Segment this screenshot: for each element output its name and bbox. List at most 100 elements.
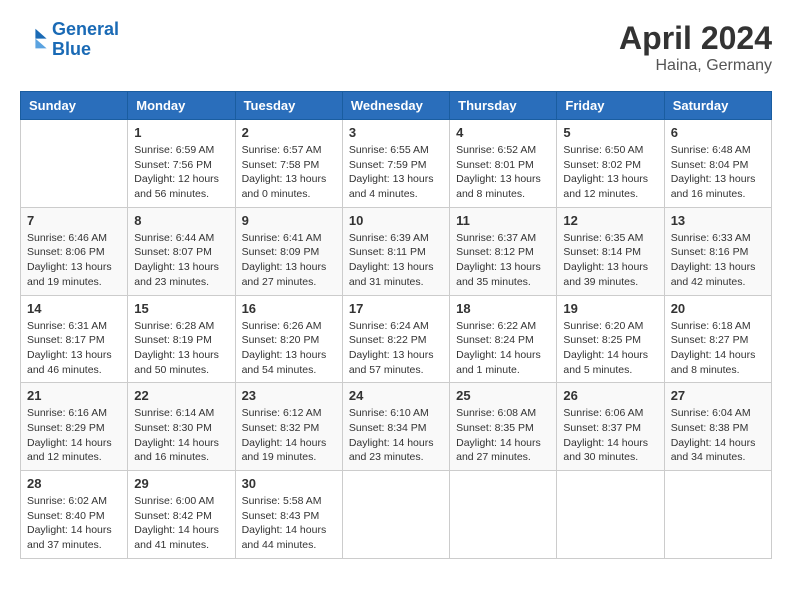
- calendar-cell: [557, 471, 664, 559]
- day-info: Sunrise: 6:39 AM Sunset: 8:11 PM Dayligh…: [349, 231, 443, 290]
- calendar-cell: 18 Sunrise: 6:22 AM Sunset: 8:24 PM Dayli…: [450, 295, 557, 383]
- day-info: Sunrise: 6:08 AM Sunset: 8:35 PM Dayligh…: [456, 406, 550, 465]
- day-number: 3: [349, 125, 443, 140]
- day-number: 30: [242, 476, 336, 491]
- day-info: Sunrise: 6:26 AM Sunset: 8:20 PM Dayligh…: [242, 319, 336, 378]
- day-info: Sunrise: 6:44 AM Sunset: 8:07 PM Dayligh…: [134, 231, 228, 290]
- day-number: 25: [456, 388, 550, 403]
- day-number: 1: [134, 125, 228, 140]
- day-info: Sunrise: 6:20 AM Sunset: 8:25 PM Dayligh…: [563, 319, 657, 378]
- day-number: 26: [563, 388, 657, 403]
- calendar-cell: 1 Sunrise: 6:59 AM Sunset: 7:56 PM Daylig…: [128, 120, 235, 208]
- day-number: 19: [563, 301, 657, 316]
- day-info: Sunrise: 6:35 AM Sunset: 8:14 PM Dayligh…: [563, 231, 657, 290]
- day-number: 23: [242, 388, 336, 403]
- title-block: April 2024 Haina, Germany: [619, 20, 772, 75]
- day-info: Sunrise: 6:22 AM Sunset: 8:24 PM Dayligh…: [456, 319, 550, 378]
- calendar-cell: 25 Sunrise: 6:08 AM Sunset: 8:35 PM Dayli…: [450, 383, 557, 471]
- calendar-cell: 16 Sunrise: 6:26 AM Sunset: 8:20 PM Dayli…: [235, 295, 342, 383]
- month-title: April 2024: [619, 20, 772, 57]
- calendar-cell: 24Sunrise: 6:10 AM Sunset: 8:34 PM Dayli…: [342, 383, 449, 471]
- location: Haina, Germany: [619, 57, 772, 75]
- calendar-cell: 14 Sunrise: 6:31 AM Sunset: 8:17 PM Dayli…: [21, 295, 128, 383]
- calendar-cell: 15 Sunrise: 6:28 AM Sunset: 8:19 PM Dayli…: [128, 295, 235, 383]
- calendar-cell: 7 Sunrise: 6:46 AM Sunset: 8:06 PM Daylig…: [21, 207, 128, 295]
- day-info: Sunrise: 6:28 AM Sunset: 8:19 PM Dayligh…: [134, 319, 228, 378]
- header-friday: Friday: [557, 92, 664, 120]
- day-number: 5: [563, 125, 657, 140]
- calendar-cell: 21Sunrise: 6:16 AM Sunset: 8:29 PM Dayli…: [21, 383, 128, 471]
- day-number: 24: [349, 388, 443, 403]
- calendar-cell: 30 Sunrise: 5:58 AM Sunset: 8:43 PM Dayli…: [235, 471, 342, 559]
- day-info: Sunrise: 6:41 AM Sunset: 8:09 PM Dayligh…: [242, 231, 336, 290]
- day-info: Sunrise: 6:50 AM Sunset: 8:02 PM Dayligh…: [563, 143, 657, 202]
- header-saturday: Saturday: [664, 92, 771, 120]
- day-number: 6: [671, 125, 765, 140]
- day-number: 16: [242, 301, 336, 316]
- logo-text: General Blue: [52, 20, 119, 60]
- day-number: 11: [456, 213, 550, 228]
- day-info: Sunrise: 6:55 AM Sunset: 7:59 PM Dayligh…: [349, 143, 443, 202]
- day-info: Sunrise: 6:48 AM Sunset: 8:04 PM Dayligh…: [671, 143, 765, 202]
- day-info: Sunrise: 6:02 AM Sunset: 8:40 PM Dayligh…: [27, 494, 121, 553]
- day-number: 9: [242, 213, 336, 228]
- day-info: Sunrise: 6:04 AM Sunset: 8:38 PM Dayligh…: [671, 406, 765, 465]
- header-tuesday: Tuesday: [235, 92, 342, 120]
- calendar-cell: [450, 471, 557, 559]
- day-info: Sunrise: 6:37 AM Sunset: 8:12 PM Dayligh…: [456, 231, 550, 290]
- day-number: 18: [456, 301, 550, 316]
- calendar-week-row: 28 Sunrise: 6:02 AM Sunset: 8:40 PM Dayli…: [21, 471, 772, 559]
- day-info: Sunrise: 6:57 AM Sunset: 7:58 PM Dayligh…: [242, 143, 336, 202]
- day-info: Sunrise: 5:58 AM Sunset: 8:43 PM Dayligh…: [242, 494, 336, 553]
- day-number: 14: [27, 301, 121, 316]
- calendar-week-row: 14 Sunrise: 6:31 AM Sunset: 8:17 PM Dayli…: [21, 295, 772, 383]
- day-number: 13: [671, 213, 765, 228]
- calendar-cell: 13Sunrise: 6:33 AM Sunset: 8:16 PM Dayli…: [664, 207, 771, 295]
- calendar-cell: 29Sunrise: 6:00 AM Sunset: 8:42 PM Dayli…: [128, 471, 235, 559]
- day-number: 15: [134, 301, 228, 316]
- header-monday: Monday: [128, 92, 235, 120]
- calendar-cell: 23Sunrise: 6:12 AM Sunset: 8:32 PM Dayli…: [235, 383, 342, 471]
- day-info: Sunrise: 6:59 AM Sunset: 7:56 PM Dayligh…: [134, 143, 228, 202]
- calendar-cell: 11 Sunrise: 6:37 AM Sunset: 8:12 PM Dayli…: [450, 207, 557, 295]
- calendar-header-row: SundayMondayTuesdayWednesdayThursdayFrid…: [21, 92, 772, 120]
- day-number: 10: [349, 213, 443, 228]
- day-number: 27: [671, 388, 765, 403]
- calendar-table: SundayMondayTuesdayWednesdayThursdayFrid…: [20, 91, 772, 559]
- day-info: Sunrise: 6:46 AM Sunset: 8:06 PM Dayligh…: [27, 231, 121, 290]
- calendar-cell: 8 Sunrise: 6:44 AM Sunset: 8:07 PM Daylig…: [128, 207, 235, 295]
- calendar-cell: 2Sunrise: 6:57 AM Sunset: 7:58 PM Daylig…: [235, 120, 342, 208]
- day-number: 8: [134, 213, 228, 228]
- calendar-cell: 5 Sunrise: 6:50 AM Sunset: 8:02 PM Daylig…: [557, 120, 664, 208]
- day-info: Sunrise: 6:24 AM Sunset: 8:22 PM Dayligh…: [349, 319, 443, 378]
- day-number: 12: [563, 213, 657, 228]
- day-info: Sunrise: 6:31 AM Sunset: 8:17 PM Dayligh…: [27, 319, 121, 378]
- day-info: Sunrise: 6:52 AM Sunset: 8:01 PM Dayligh…: [456, 143, 550, 202]
- day-number: 20: [671, 301, 765, 316]
- logo: General Blue: [20, 20, 119, 60]
- calendar-cell: 4 Sunrise: 6:52 AM Sunset: 8:01 PM Daylig…: [450, 120, 557, 208]
- header-sunday: Sunday: [21, 92, 128, 120]
- calendar-cell: 17Sunrise: 6:24 AM Sunset: 8:22 PM Dayli…: [342, 295, 449, 383]
- day-info: Sunrise: 6:16 AM Sunset: 8:29 PM Dayligh…: [27, 406, 121, 465]
- day-number: 4: [456, 125, 550, 140]
- day-number: 28: [27, 476, 121, 491]
- header-wednesday: Wednesday: [342, 92, 449, 120]
- calendar-cell: 19 Sunrise: 6:20 AM Sunset: 8:25 PM Dayli…: [557, 295, 664, 383]
- calendar-cell: [664, 471, 771, 559]
- calendar-cell: [342, 471, 449, 559]
- day-info: Sunrise: 6:18 AM Sunset: 8:27 PM Dayligh…: [671, 319, 765, 378]
- day-number: 7: [27, 213, 121, 228]
- page-header: General Blue April 2024 Haina, Germany: [20, 20, 772, 75]
- calendar-week-row: 7 Sunrise: 6:46 AM Sunset: 8:06 PM Daylig…: [21, 207, 772, 295]
- calendar-cell: 28 Sunrise: 6:02 AM Sunset: 8:40 PM Dayli…: [21, 471, 128, 559]
- day-info: Sunrise: 6:06 AM Sunset: 8:37 PM Dayligh…: [563, 406, 657, 465]
- calendar-week-row: 1 Sunrise: 6:59 AM Sunset: 7:56 PM Daylig…: [21, 120, 772, 208]
- calendar-cell: [21, 120, 128, 208]
- calendar-cell: 3 Sunrise: 6:55 AM Sunset: 7:59 PM Daylig…: [342, 120, 449, 208]
- day-number: 22: [134, 388, 228, 403]
- day-info: Sunrise: 6:00 AM Sunset: 8:42 PM Dayligh…: [134, 494, 228, 553]
- calendar-cell: 26 Sunrise: 6:06 AM Sunset: 8:37 PM Dayli…: [557, 383, 664, 471]
- calendar-cell: 12 Sunrise: 6:35 AM Sunset: 8:14 PM Dayli…: [557, 207, 664, 295]
- day-info: Sunrise: 6:14 AM Sunset: 8:30 PM Dayligh…: [134, 406, 228, 465]
